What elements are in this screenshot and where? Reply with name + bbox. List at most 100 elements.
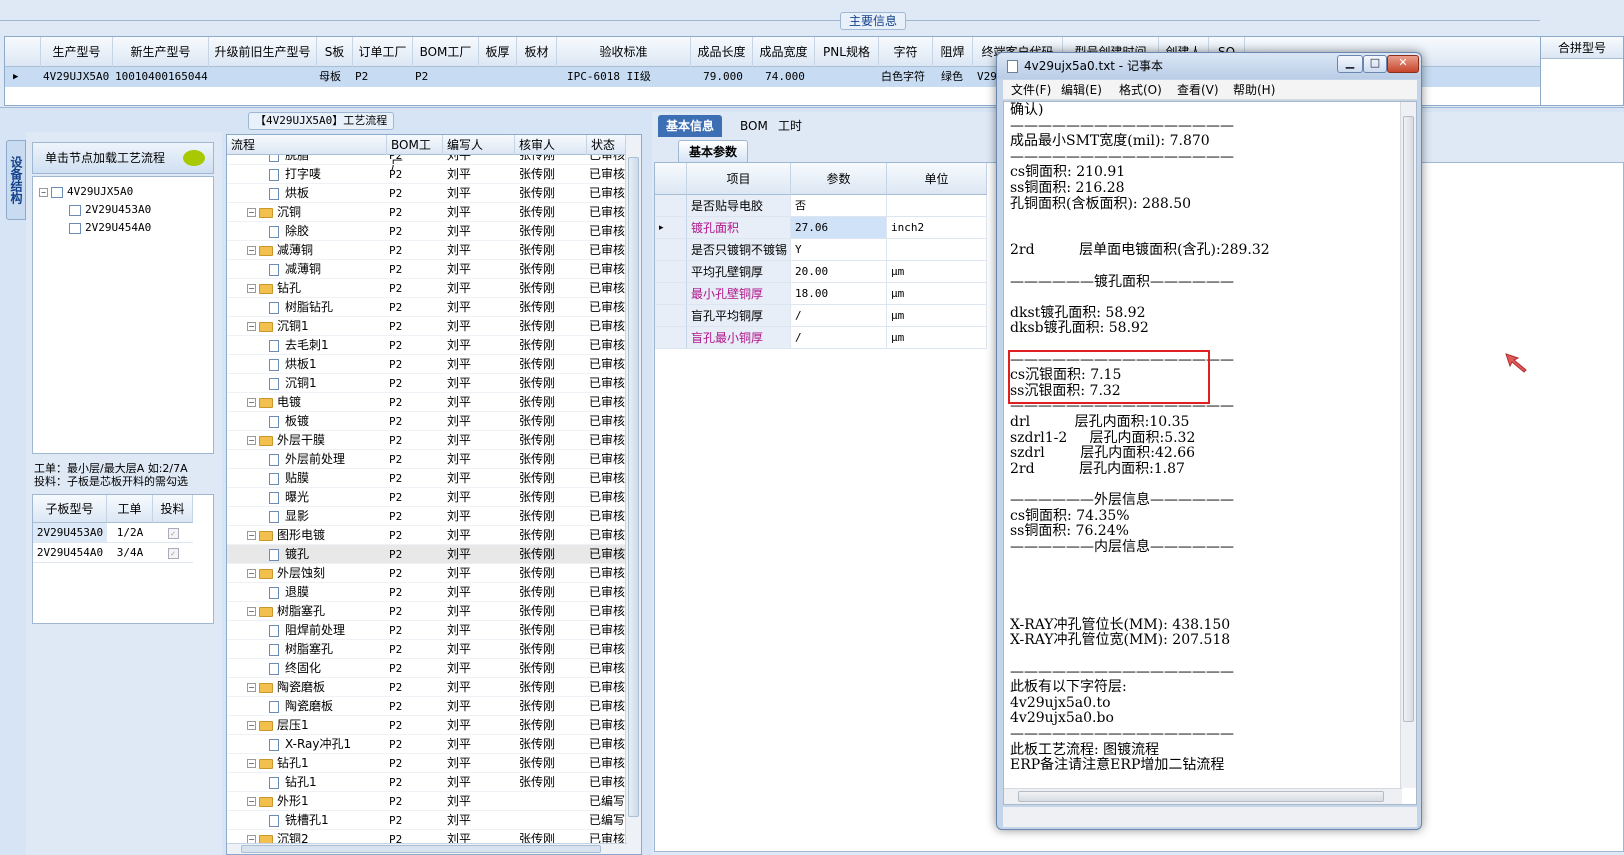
flow-row[interactable]: − 电镀 P2 刘平 张传刚 已审核 [227, 393, 627, 412]
flow-row[interactable]: 烘板 P2 刘平 张传刚 已审核 [227, 184, 627, 203]
col-flow[interactable]: 流程 [227, 135, 387, 155]
param-value[interactable]: 18.00 [791, 283, 887, 305]
col-item[interactable]: 项目 [687, 163, 791, 195]
param-value[interactable]: / [791, 327, 887, 349]
notepad-window[interactable]: 4v29ujx5a0.txt - 记事本 ▁ □ ✕ 文件(F) 编辑(E) 格… [996, 52, 1422, 830]
collapse-icon[interactable]: − [247, 246, 256, 255]
param-row[interactable]: 盲孔平均铜厚 / μm [655, 305, 1005, 327]
flow-row[interactable]: 外层前处理 P2 刘平 张传刚 已审核 [227, 450, 627, 469]
menu-format[interactable]: 格式(O) [1119, 80, 1162, 100]
col-status[interactable]: 状态 [587, 135, 627, 155]
flow-row[interactable]: 减薄铜 P2 刘平 张传刚 已审核 [227, 260, 627, 279]
close-button[interactable]: ✕ [1387, 55, 1419, 73]
flow-row[interactable]: 去毛刺1 P2 刘平 张传刚 已审核 [227, 336, 627, 355]
flow-row[interactable]: 铣槽孔1 P2 刘平 已编写 [227, 811, 627, 830]
flow-row[interactable]: 贴膜 P2 刘平 张传刚 已审核 [227, 469, 627, 488]
flow-row[interactable]: 脱脂 P2 刘平 张传刚 已审核 [227, 155, 627, 165]
tree-node-child[interactable]: 2V29U453A0 [69, 201, 151, 219]
col-sub-order[interactable]: 工单 [107, 495, 153, 523]
col-s-board[interactable]: S板 [317, 37, 353, 67]
tree-node-child[interactable]: 2V29U454A0 [69, 219, 151, 237]
flow-row[interactable]: 钻孔1 P2 刘平 张传刚 已审核 [227, 773, 627, 792]
param-row[interactable]: 平均孔壁铜厚 20.00 μm [655, 261, 1005, 283]
col-pnl[interactable]: PNL规格 [815, 37, 879, 67]
collapse-icon[interactable]: − [247, 284, 256, 293]
flow-row[interactable]: − 外形1 P2 刘平 已编写 [227, 792, 627, 811]
sub-row-feed-checkbox[interactable]: ✓ [153, 543, 193, 563]
tab-device-structure[interactable]: 设备结构 [6, 140, 26, 220]
flow-row[interactable]: 打字唛 P2 刘平 张传刚 已审核 [227, 165, 627, 184]
col-unit[interactable]: 单位 [887, 163, 987, 195]
menu-view[interactable]: 查看(V) [1177, 80, 1219, 100]
col-writer[interactable]: 编写人 [443, 135, 515, 155]
minimize-button[interactable]: ▁ [1337, 55, 1363, 73]
menu-file[interactable]: 文件(F) [1011, 80, 1051, 100]
tab-basic-info[interactable]: 基本信息 [658, 115, 723, 137]
param-value[interactable]: 否 [791, 195, 887, 217]
tree-node-root[interactable]: −4V29UJX5A0 [39, 183, 133, 201]
notepad-titlebar[interactable]: 4v29ujx5a0.txt - 记事本 ▁ □ ✕ [997, 53, 1421, 79]
collapse-icon[interactable]: − [247, 569, 256, 578]
sub-row-model[interactable]: 2V29U454A0 [33, 543, 107, 563]
collapse-icon[interactable]: − [247, 208, 256, 217]
flow-row[interactable]: − 树脂塞孔 P2 刘平 张传刚 已审核 [227, 602, 627, 621]
scroll-thumb[interactable] [628, 157, 639, 817]
col-standard[interactable]: 验收标准 [557, 37, 691, 67]
flow-row[interactable]: 镀孔 P2 刘平 张传刚 已审核 [227, 545, 627, 564]
flow-row[interactable]: − 层压1 P2 刘平 张传刚 已审核 [227, 716, 627, 735]
flow-vertical-scrollbar[interactable] [625, 135, 641, 854]
col-length[interactable]: 成品长度 [691, 37, 753, 67]
sub-row-order[interactable]: 3/4A [107, 543, 153, 563]
flow-row[interactable]: − 外层蚀刻 P2 刘平 张传刚 已审核 [227, 564, 627, 583]
flow-row[interactable]: − 沉铜1 P2 刘平 张传刚 已审核 [227, 317, 627, 336]
flow-row[interactable]: 退膜 P2 刘平 张传刚 已审核 [227, 583, 627, 602]
flow-row[interactable]: 阻焊前处理 P2 刘平 张传刚 已审核 [227, 621, 627, 640]
param-value[interactable]: Y [791, 239, 887, 261]
tab-basic-params[interactable]: 基本参数 [678, 140, 749, 162]
scroll-thumb[interactable] [1403, 116, 1414, 722]
param-row[interactable]: ▸ 镀孔面积 27.06 inch2 [655, 217, 1005, 239]
param-row[interactable]: 最小孔壁铜厚 18.00 μm [655, 283, 1005, 305]
flow-horizontal-scrollbar[interactable] [227, 843, 627, 854]
col-order-factory[interactable]: 订单工厂 [353, 37, 413, 67]
sub-board-grid[interactable]: 子板型号 工单 投料 2V29U453A0 1/2A ✓ 2V29U454A0 … [32, 494, 214, 624]
flow-row[interactable]: 除胶 P2 刘平 张传刚 已审核 [227, 222, 627, 241]
flow-row[interactable]: 显影 P2 刘平 张传刚 已审核 [227, 507, 627, 526]
col-sub-model[interactable]: 子板型号 [33, 495, 107, 523]
notepad-vertical-scrollbar[interactable] [1400, 102, 1416, 788]
collapse-icon[interactable]: − [247, 531, 256, 540]
col-new-model[interactable]: 新生产型号 [113, 37, 209, 67]
param-row[interactable]: 是否只镀铜不镀锡 Y [655, 239, 1005, 261]
col-bom-factory[interactable]: BOM工厂 [413, 37, 479, 67]
collapse-icon[interactable]: − [39, 187, 48, 197]
menu-edit[interactable]: 编辑(E) [1061, 80, 1102, 100]
col-thickness[interactable]: 板厚 [479, 37, 517, 67]
collapse-icon[interactable]: − [247, 607, 256, 616]
col-param[interactable]: 参数 [791, 163, 887, 195]
collapse-icon[interactable]: − [247, 436, 256, 445]
flow-row[interactable]: − 沉铜 P2 刘平 张传刚 已审核 [227, 203, 627, 222]
flow-row[interactable]: − 图形电镀 P2 刘平 张传刚 已审核 [227, 526, 627, 545]
col-checker[interactable]: 核审人 [515, 135, 587, 155]
collapse-icon[interactable]: − [247, 322, 256, 331]
collapse-icon[interactable]: − [247, 683, 256, 692]
flow-row[interactable]: 树脂塞孔 P2 刘平 张传刚 已审核 [227, 640, 627, 659]
flow-row[interactable]: − 钻孔1 P2 刘平 张传刚 已审核 [227, 754, 627, 773]
flow-row[interactable]: 板镀 P2 刘平 张传刚 已审核 [227, 412, 627, 431]
flow-row[interactable]: − 减薄铜 P2 刘平 张传刚 已审核 [227, 241, 627, 260]
col-sub-feed[interactable]: 投料 [153, 495, 193, 523]
maximize-button[interactable]: □ [1363, 55, 1387, 73]
param-row[interactable]: 是否贴导电胶否 [655, 195, 1005, 217]
scroll-thumb[interactable] [1018, 791, 1384, 802]
collapse-icon[interactable]: − [247, 398, 256, 407]
flow-row[interactable]: 沉铜1 P2 刘平 张传刚 已审核 [227, 374, 627, 393]
col-material[interactable]: 板材 [517, 37, 557, 67]
scroll-thumb[interactable] [241, 845, 601, 853]
collapse-icon[interactable]: − [247, 721, 256, 730]
tab-work-hours[interactable]: 工时 [770, 115, 810, 137]
col-prod-model[interactable]: 生产型号 [41, 37, 113, 67]
param-row[interactable]: 盲孔最小铜厚 / μm [655, 327, 1005, 349]
menu-help[interactable]: 帮助(H) [1233, 80, 1275, 100]
param-value[interactable]: 20.00 [791, 261, 887, 283]
col-mask[interactable]: 阻焊 [933, 37, 973, 67]
